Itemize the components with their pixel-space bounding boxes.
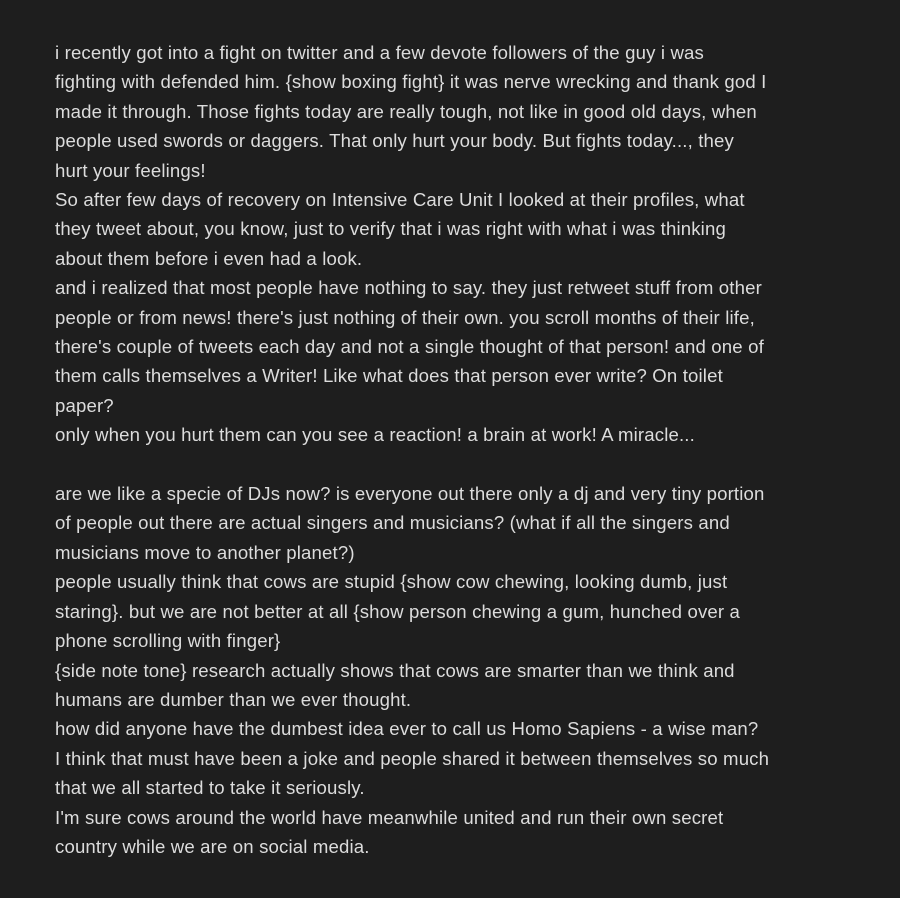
text-line: staring}. but we are not better at all {… xyxy=(55,600,741,622)
text-line: people or from news! there's just nothin… xyxy=(55,306,755,328)
text-line: So after few days of recovery on Intensi… xyxy=(55,189,745,211)
text-line: paper? xyxy=(55,394,114,416)
text-line: country while we are on social media. xyxy=(55,835,370,857)
text-line: people used swords or daggers. That only… xyxy=(55,130,734,152)
text-line: people usually think that cows are stupi… xyxy=(55,571,728,593)
text-line: about them before i even had a look. xyxy=(55,247,363,269)
text-line: there's couple of tweets each day and no… xyxy=(55,336,764,358)
text-line: how did anyone have the dumbest idea eve… xyxy=(55,718,759,740)
text-line: them calls themselves a Writer! Like wha… xyxy=(55,365,723,387)
text-line: phone scrolling with finger} xyxy=(55,630,281,652)
text-line: I think that must have been a joke and p… xyxy=(55,747,770,769)
text-line: i recently got into a fight on twitter a… xyxy=(55,42,704,63)
text-line: I'm sure cows around the world have mean… xyxy=(55,806,724,828)
text-line: and i realized that most people have not… xyxy=(55,277,762,299)
text-line: only when you hurt them can you see a re… xyxy=(55,424,695,446)
note-text-body[interactable]: i recently got into a fight on twitter a… xyxy=(55,38,875,861)
text-line: they tweet about, you know, just to veri… xyxy=(55,218,726,240)
text-line: {side note tone} research actually shows… xyxy=(55,659,735,681)
text-line: that we all started to take it seriously… xyxy=(55,777,365,799)
text-line: hurt your feelings! xyxy=(55,159,206,181)
text-line: are we like a specie of DJs now? is ever… xyxy=(55,483,765,505)
text-line: fighting with defended him. {show boxing… xyxy=(55,71,767,93)
text-line: made it through. Those fights today are … xyxy=(55,100,757,122)
text-line: musicians move to another planet?) xyxy=(55,541,355,563)
text-line: humans are dumber than we ever thought. xyxy=(55,688,412,710)
text-line: of people out there are actual singers a… xyxy=(55,512,730,534)
